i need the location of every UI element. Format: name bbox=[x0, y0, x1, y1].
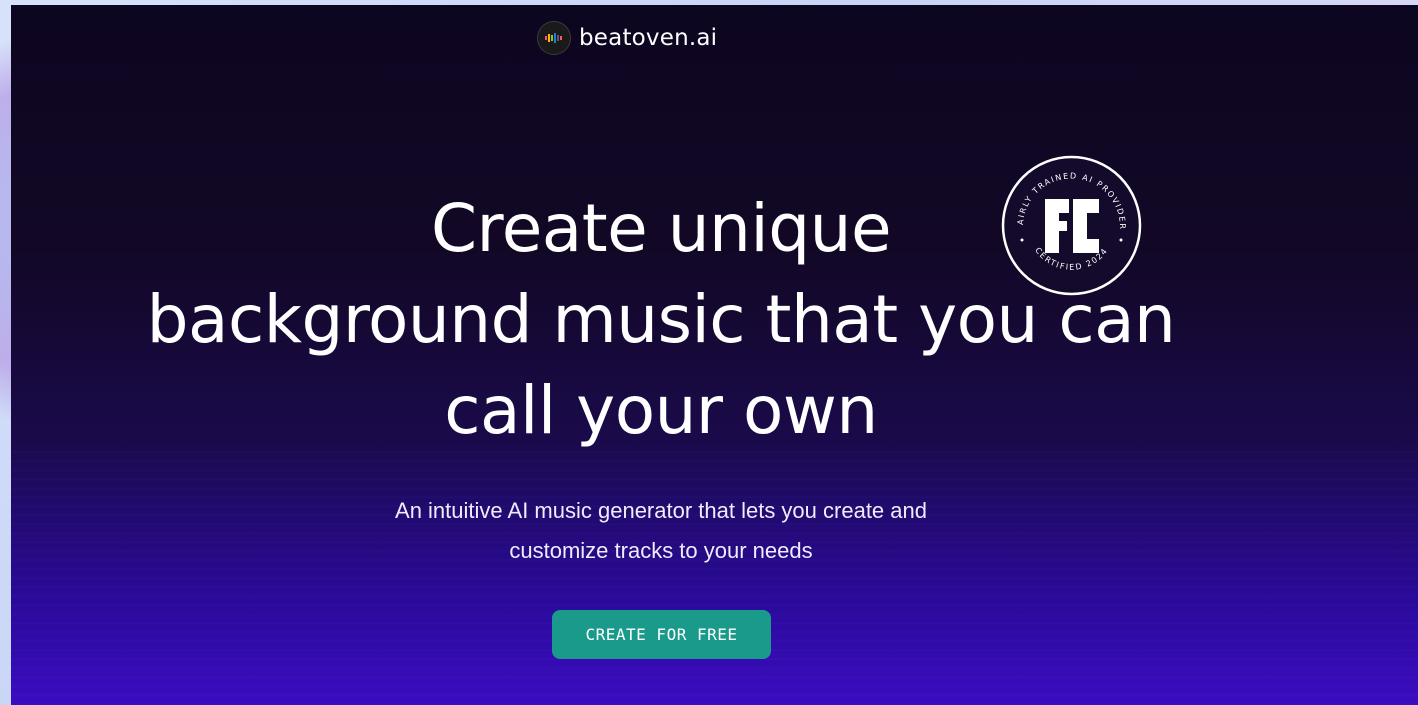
brand-logo-link[interactable]: beatoven.ai bbox=[537, 21, 717, 55]
hero-section: beatoven.ai Create unique background mus… bbox=[11, 5, 1418, 705]
headline-line-3: call your own bbox=[444, 372, 878, 449]
headline-line-1: Create unique bbox=[430, 190, 892, 267]
equalizer-icon bbox=[537, 21, 571, 55]
fairly-trained-badge: FAIRLY TRAINED AI PROVIDER CERTIFIED 202… bbox=[998, 148, 1142, 296]
subtitle-line-2: customize tracks to your needs bbox=[509, 538, 813, 563]
subtitle-line-1: An intuitive AI music generator that let… bbox=[395, 498, 927, 523]
page: beatoven.ai Create unique background mus… bbox=[0, 0, 1418, 705]
hero-subtitle: An intuitive AI music generator that let… bbox=[311, 491, 1011, 571]
hero-glow bbox=[11, 445, 1418, 705]
brand-name: beatoven.ai bbox=[579, 25, 718, 51]
create-for-free-button[interactable]: CREATE FOR FREE bbox=[552, 610, 771, 659]
